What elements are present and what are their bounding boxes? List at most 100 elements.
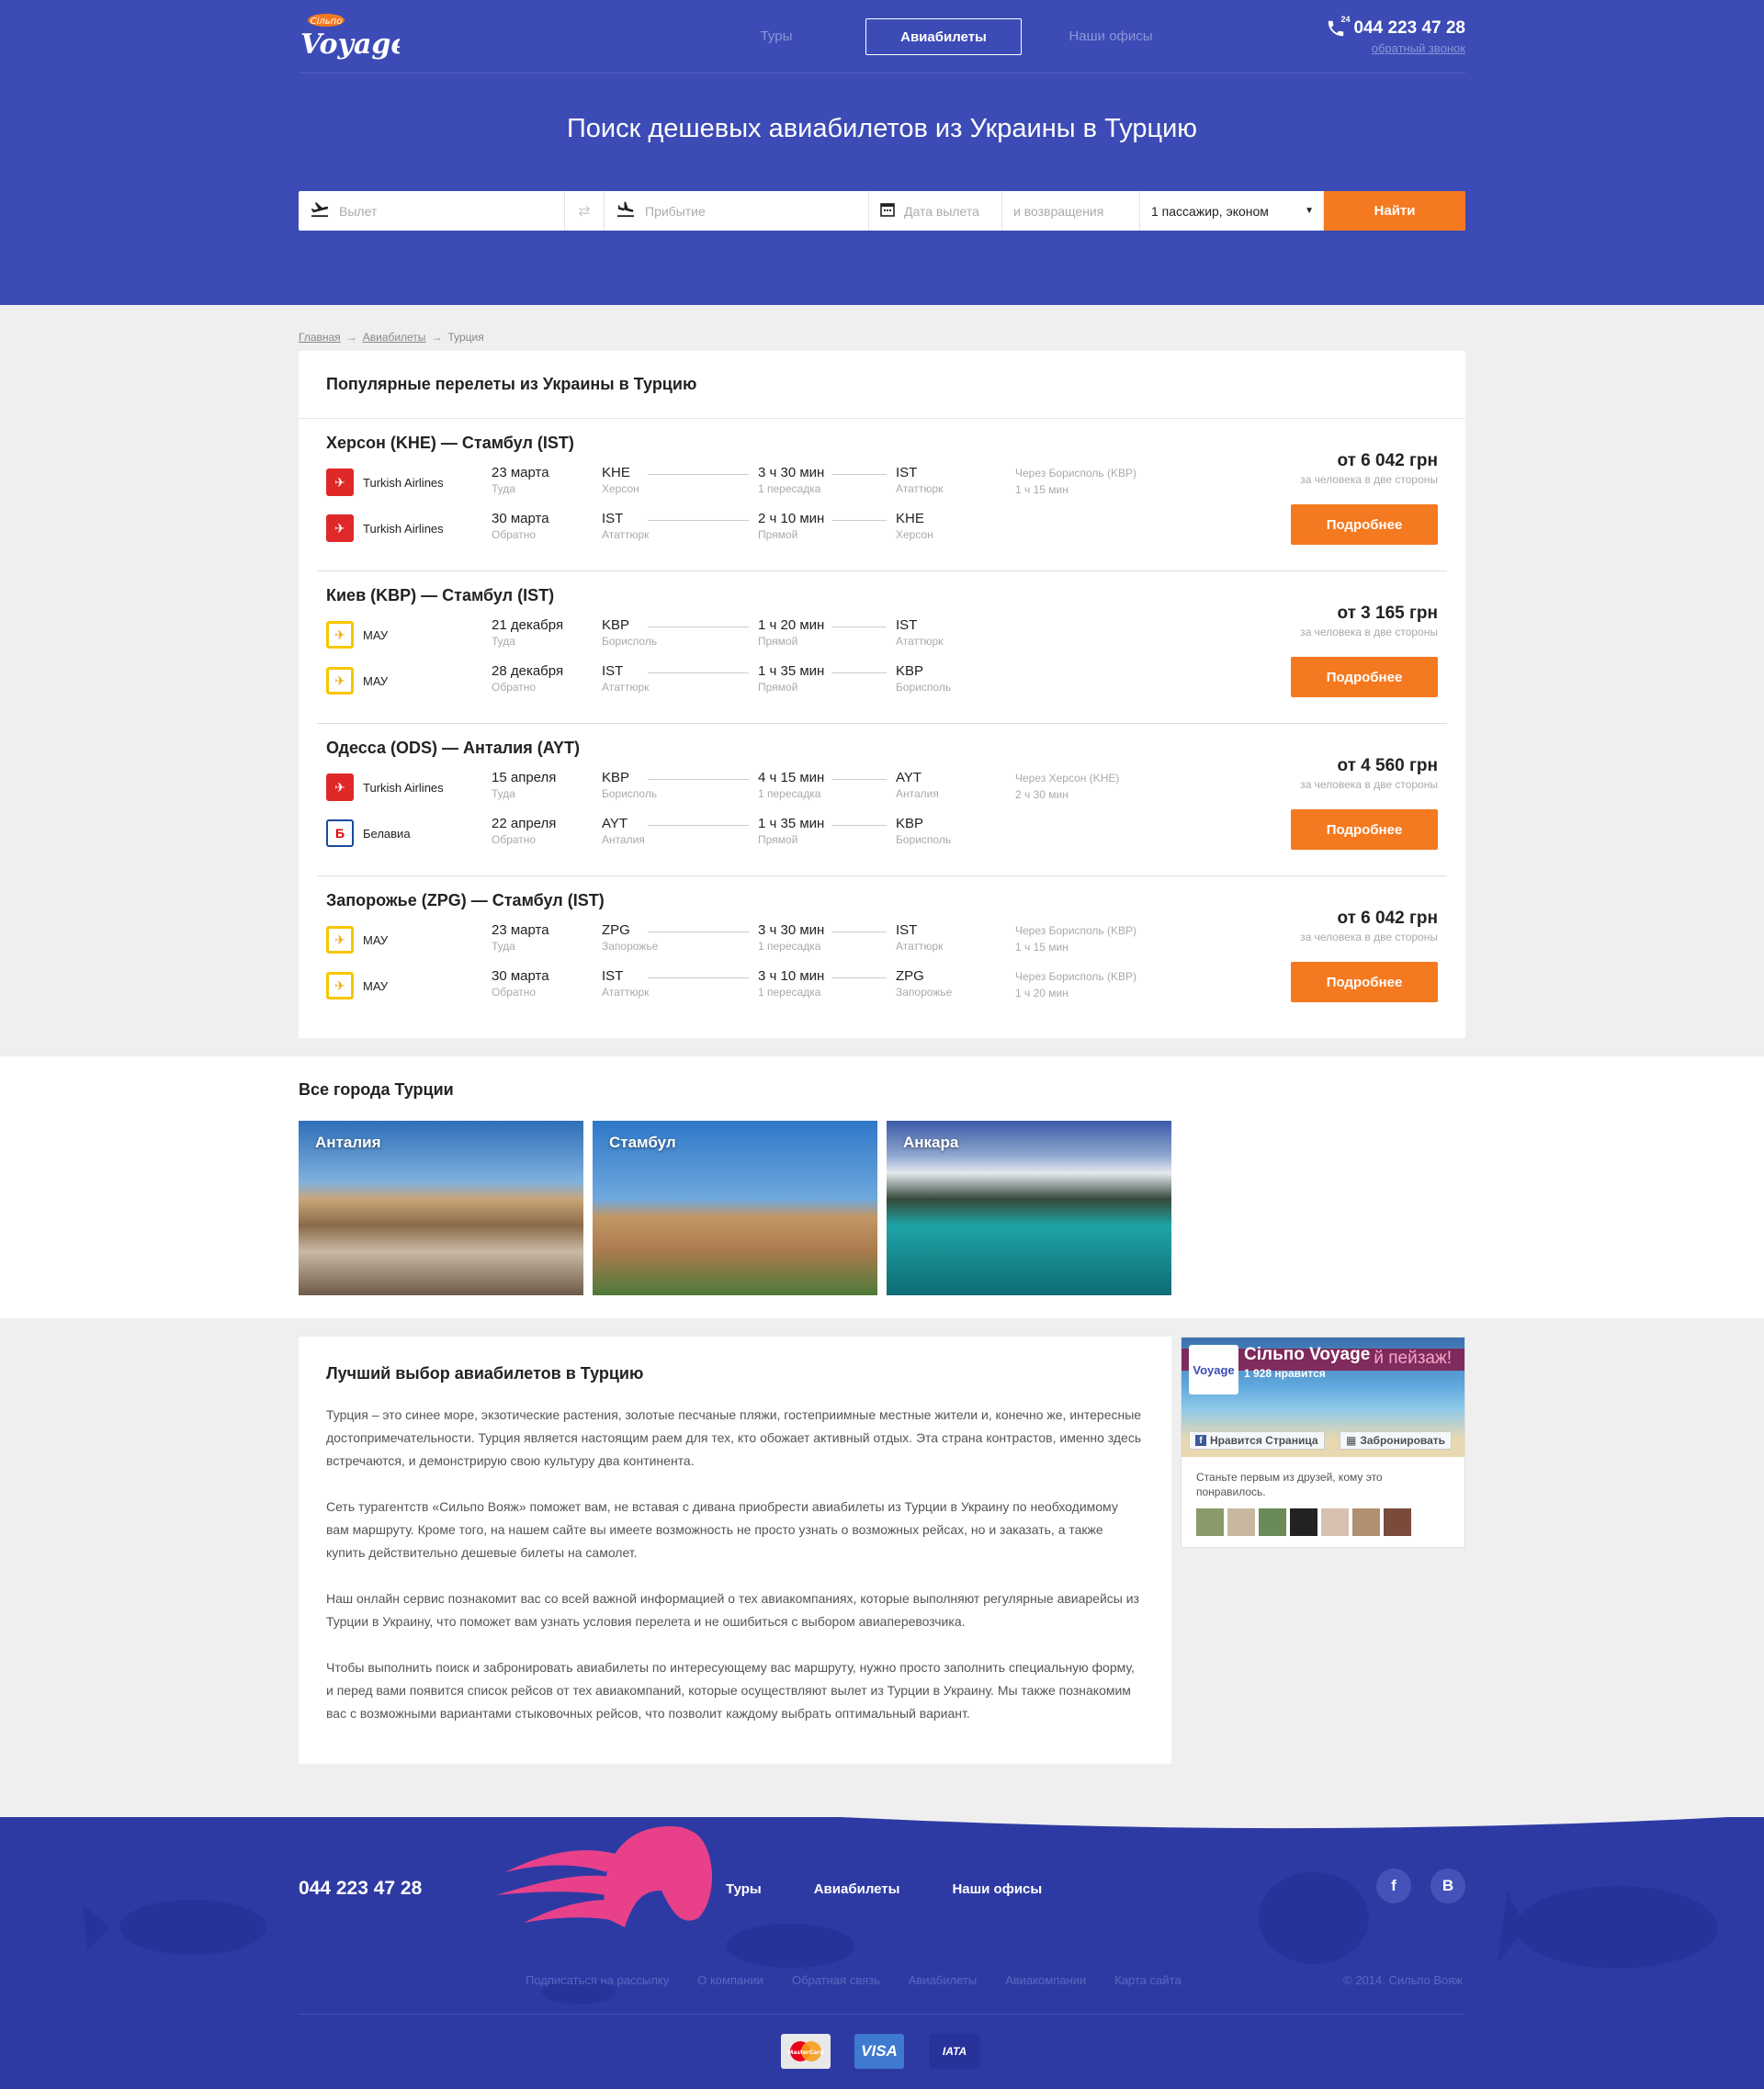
- facebook-likes-count: 1 928 нравится: [1244, 1367, 1326, 1380]
- footer-link-airlines[interactable]: Авиакомпании: [1005, 1973, 1086, 1987]
- cities-section: Все города Турции Анталия Стамбул Анкара: [0, 1056, 1764, 1318]
- arrival-code: IST: [896, 617, 918, 633]
- return-date-field[interactable]: и возвращения: [1002, 191, 1140, 231]
- price-value: от 3 165 грн: [1337, 604, 1438, 623]
- footer-link-flights[interactable]: Авиабилеты: [909, 1973, 977, 1987]
- cities-title: Все города Турции: [299, 1080, 454, 1099]
- flight-direction: Туда: [492, 482, 515, 495]
- mastercard-icon: MasterCard: [781, 2034, 831, 2069]
- logo[interactable]: Сільпо Voyage: [299, 11, 408, 66]
- avatar[interactable]: [1384, 1508, 1411, 1536]
- facebook-widget: й пейзаж! Voyage Сільпо Voyage 1 928 нра…: [1181, 1337, 1465, 1548]
- flight-duration: 3 ч 10 мин: [758, 968, 825, 984]
- swap-button[interactable]: ⇄: [565, 191, 605, 231]
- depart-date-input[interactable]: Дата вылета: [904, 204, 979, 219]
- facebook-icon[interactable]: f: [1376, 1869, 1411, 1903]
- departure-city: Борисполь: [602, 635, 658, 648]
- breadcrumb-home[interactable]: Главная: [299, 331, 341, 344]
- avatar[interactable]: [1259, 1508, 1286, 1536]
- avatar[interactable]: [1352, 1508, 1380, 1536]
- footer-nav-offices[interactable]: Наши офисы: [952, 1881, 1042, 1897]
- details-button[interactable]: Подробнее: [1291, 962, 1438, 1002]
- avatar[interactable]: [1290, 1508, 1317, 1536]
- avatar[interactable]: [1227, 1508, 1255, 1536]
- facebook-cover[interactable]: й пейзаж! Voyage Сільпо Voyage 1 928 нра…: [1182, 1338, 1464, 1457]
- flight-duration: 1 ч 35 мин: [758, 663, 825, 679]
- flight-date: 28 декабря: [492, 663, 564, 679]
- phone-number[interactable]: 044 223 47 28: [1353, 18, 1465, 39]
- to-input[interactable]: Прибытие: [645, 204, 706, 219]
- connection-airport: Через Борисполь (KBP): [1015, 924, 1137, 937]
- return-date-input[interactable]: и возвращения: [1013, 204, 1103, 219]
- airline-name: Turkish Airlines: [363, 475, 444, 490]
- airline-name: МАУ: [363, 978, 389, 993]
- city-card-istanbul[interactable]: Стамбул: [593, 1121, 877, 1295]
- city-card-antalya[interactable]: Анталия: [299, 1121, 583, 1295]
- vkontakte-icon[interactable]: B: [1430, 1869, 1465, 1903]
- avatar[interactable]: [1196, 1508, 1224, 1536]
- nav-offices[interactable]: Наши офисы: [1033, 18, 1189, 55]
- route-line: [648, 672, 749, 673]
- footer: 044 223 47 28 Туры Авиабилеты Наши офисы…: [0, 1817, 1764, 2089]
- departure-code: ZPG: [602, 922, 630, 938]
- details-button[interactable]: Подробнее: [1291, 809, 1438, 850]
- avatar[interactable]: [1321, 1508, 1349, 1536]
- airline-logo-icon: Б: [326, 819, 354, 847]
- flight-direction: Туда: [492, 635, 515, 648]
- search-form: Вылет ⇄ Прибытие Дата вылета и возвращен…: [299, 191, 1465, 231]
- city-name: Анталия: [315, 1134, 381, 1151]
- flight-leg: ✈ МАУ 21 декабря Туда KBP Борисполь 1 ч 20 мин…: [326, 617, 1438, 663]
- arrow-right-icon: →: [431, 331, 443, 344]
- depart-date-field[interactable]: Дата вылета: [869, 191, 1002, 231]
- facebook-page-name[interactable]: Сільпо Voyage: [1244, 1345, 1370, 1365]
- footer-nav-flights[interactable]: Авиабилеты: [814, 1881, 900, 1897]
- route-line: [648, 520, 749, 521]
- to-field[interactable]: Прибытие: [605, 191, 869, 231]
- flight-direction: Туда: [492, 787, 515, 800]
- facebook-page-logo[interactable]: Voyage: [1189, 1345, 1238, 1395]
- connection-airport: Через Херсон (KHE): [1015, 772, 1120, 785]
- nav-tours[interactable]: Туры: [698, 18, 854, 55]
- city-name: Анкара: [903, 1134, 959, 1151]
- footer-link-sitemap[interactable]: Карта сайта: [1114, 1973, 1181, 1987]
- flight-direction: Туда: [492, 940, 515, 953]
- footer-link-about[interactable]: О компании: [697, 1973, 763, 1987]
- svg-text:Voyage: Voyage: [300, 28, 400, 61]
- about-paragraph: Чтобы выполнить поиск и забронировать ав…: [326, 1660, 1135, 1721]
- city-name: Стамбул: [609, 1134, 676, 1151]
- footer-phone[interactable]: 044 223 47 28: [299, 1878, 422, 1900]
- departure-code: KBP: [602, 770, 630, 785]
- flight-leg: ✈ МАУ 28 декабря Обратно IST Ататтюрк 1 ч 35 м…: [326, 663, 1438, 709]
- main-nav: Туры Авиабилеты Наши офисы: [698, 18, 1189, 55]
- facebook-book-button[interactable]: ▦ Забронировать: [1340, 1431, 1453, 1450]
- from-field[interactable]: Вылет: [299, 191, 565, 231]
- nav-flights[interactable]: Авиабилеты: [865, 18, 1022, 55]
- price-note: за человека в две стороны: [1300, 931, 1438, 943]
- breadcrumb-flights[interactable]: Авиабилеты: [363, 331, 426, 344]
- route-price: от 6 042 грн за человека в две стороны: [1300, 909, 1438, 943]
- price-note: за человека в две стороны: [1300, 778, 1438, 791]
- passengers-select[interactable]: 1 пассажир, эконом ▼: [1140, 191, 1324, 231]
- flight-leg: ✈ Turkish Airlines 15 апреля Туда KBP Бориспо…: [326, 770, 1438, 816]
- route-line: [831, 977, 887, 978]
- from-input[interactable]: Вылет: [339, 204, 377, 219]
- footer-link-subscribe[interactable]: Подписаться на рассылку: [526, 1973, 669, 1987]
- departure-code: KHE: [602, 465, 630, 480]
- city-card-ankara[interactable]: Анкара: [887, 1121, 1171, 1295]
- facebook-like-button[interactable]: f Нравится Страница: [1189, 1431, 1325, 1450]
- search-button[interactable]: Найти: [1324, 191, 1465, 231]
- footer-link-feedback[interactable]: Обратная связь: [792, 1973, 880, 1987]
- iata-icon: IATA: [930, 2034, 979, 2069]
- departure-city: Ататтюрк: [602, 986, 650, 999]
- flight-duration: 3 ч 30 мин: [758, 465, 825, 480]
- footer-nav-tours[interactable]: Туры: [726, 1881, 762, 1897]
- details-button[interactable]: Подробнее: [1291, 657, 1438, 697]
- route-item: Запорожье (ZPG) — Стамбул (IST) ✈ МАУ 23 ма…: [317, 876, 1447, 1038]
- connection-airport: Через Борисполь (KBP): [1015, 970, 1137, 983]
- callback-link[interactable]: обратный звонок: [1324, 41, 1465, 55]
- arrival-city: Анталия: [896, 787, 939, 800]
- airline-logo-icon: ✈: [326, 514, 354, 542]
- airline-logo-icon: ✈: [326, 773, 354, 801]
- details-button[interactable]: Подробнее: [1291, 504, 1438, 545]
- flight-leg: ✈ МАУ 30 марта Обратно IST Ататтюрк 3 ч 10 мин…: [326, 968, 1438, 1014]
